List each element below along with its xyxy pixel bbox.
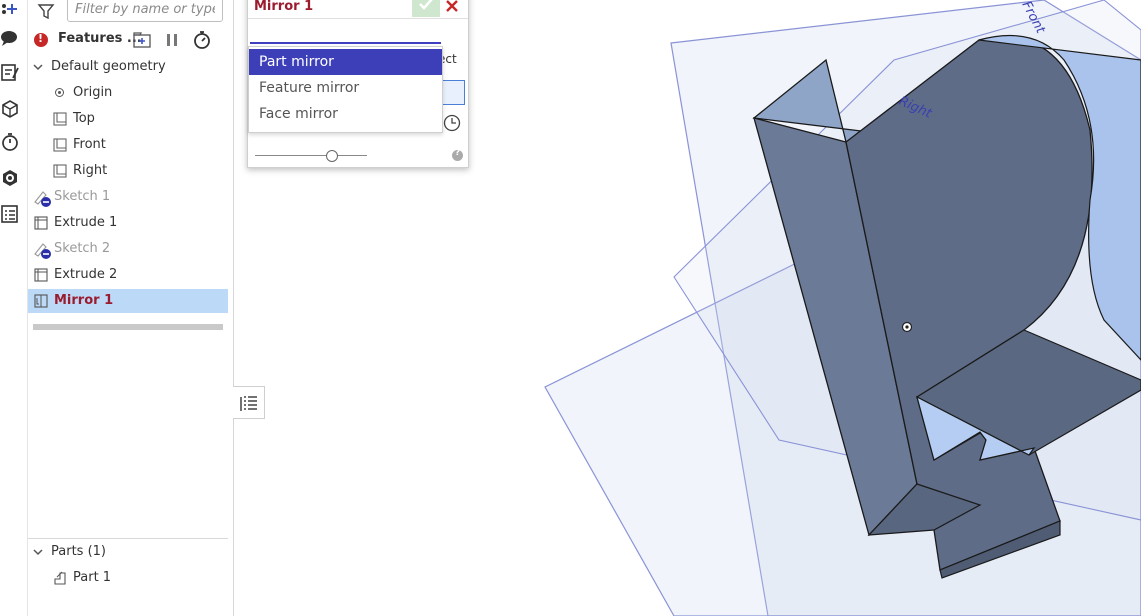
- slider-thumb[interactable]: [326, 150, 339, 162]
- parts-divider: [28, 538, 228, 539]
- plane-icon: [53, 164, 67, 178]
- pause-icon[interactable]: [162, 30, 182, 50]
- timer-icon[interactable]: [0, 132, 20, 152]
- add-folder-icon[interactable]: [132, 30, 152, 50]
- tree-extrude-1[interactable]: Extrude 1: [28, 211, 228, 235]
- plane-icon: [53, 112, 67, 126]
- error-icon[interactable]: [34, 32, 48, 47]
- mirror-type-dropdown: Part mirror Feature mirror Face mirror: [248, 46, 443, 133]
- tree-label: Origin: [73, 85, 113, 100]
- filter-input[interactable]: [67, 0, 223, 22]
- history-icon[interactable]: [443, 114, 461, 132]
- extrude-icon: [34, 216, 48, 230]
- part-icon: [54, 571, 66, 585]
- tree-label: Top: [73, 111, 95, 126]
- tree-label: Default geometry: [51, 59, 166, 74]
- parts-header[interactable]: Parts (1): [28, 540, 228, 564]
- origin-marker: [901, 321, 913, 333]
- selection-field[interactable]: [441, 80, 465, 105]
- tree-label: Sketch 2: [54, 241, 111, 256]
- filter-icon[interactable]: [37, 2, 55, 20]
- tree-label: Part 1: [73, 570, 112, 585]
- checklist-icon[interactable]: [0, 204, 20, 224]
- tree-label: Extrude 2: [54, 267, 118, 282]
- sketch-suppressed-icon: [34, 243, 51, 259]
- sketch-suppressed-icon: [34, 191, 51, 207]
- features-title[interactable]: Features ...: [58, 31, 142, 46]
- tree-mirror-1[interactable]: Mirror 1: [28, 289, 228, 313]
- tree-label: Extrude 1: [54, 215, 118, 230]
- plane-icon: [53, 138, 67, 152]
- filter-row: [28, 0, 233, 26]
- stopwatch-icon[interactable]: [192, 30, 212, 50]
- tree-sketch-2[interactable]: Sketch 2: [28, 237, 228, 261]
- help-icon[interactable]: [452, 148, 463, 161]
- parts-header-label: Parts (1): [51, 544, 106, 559]
- mirror-icon: [34, 294, 48, 308]
- rollback-slider[interactable]: [255, 155, 367, 156]
- chevron-down-icon[interactable]: [33, 62, 43, 72]
- option-face-mirror[interactable]: Face mirror: [249, 101, 442, 127]
- tree-origin[interactable]: Origin: [28, 81, 228, 105]
- dialog-title: Mirror 1: [254, 0, 314, 14]
- add-tab-icon[interactable]: [0, 0, 20, 20]
- feature-panel: Features ... Default geometry Origin Top…: [28, 0, 234, 616]
- tree-label: Mirror 1: [54, 293, 114, 308]
- comments-icon[interactable]: [0, 28, 20, 48]
- confirm-button[interactable]: [412, 0, 440, 17]
- feature-list-icon[interactable]: [0, 62, 20, 82]
- option-feature-mirror[interactable]: Feature mirror: [249, 75, 442, 101]
- tree-label: Right: [73, 163, 108, 178]
- tree-label: Front: [73, 137, 106, 152]
- tree-top-plane[interactable]: Top: [28, 107, 228, 131]
- horizontal-scrollbar[interactable]: [33, 324, 223, 330]
- tree-front-plane[interactable]: Front: [28, 133, 228, 157]
- inspect-icon[interactable]: [0, 168, 20, 188]
- parts-icon[interactable]: [0, 98, 20, 118]
- tree-extrude-2[interactable]: Extrude 2: [28, 263, 228, 287]
- extrude-icon: [34, 268, 48, 282]
- left-toolbar: [0, 0, 28, 616]
- option-part-mirror[interactable]: Part mirror: [249, 49, 442, 75]
- chevron-down-icon[interactable]: [33, 547, 43, 557]
- mirror-type-input[interactable]: [250, 19, 441, 44]
- features-header: Features ...: [28, 28, 233, 52]
- checkmark-icon: [419, 0, 433, 10]
- tree-right-plane[interactable]: Right: [28, 159, 228, 183]
- close-icon: [446, 0, 458, 12]
- tree-label: Sketch 1: [54, 189, 111, 204]
- part-item-1[interactable]: Part 1: [28, 566, 228, 590]
- tree-default-geometry[interactable]: Default geometry: [28, 55, 228, 79]
- cancel-button[interactable]: [442, 0, 464, 17]
- origin-icon: [55, 88, 64, 97]
- tree-sketch-1[interactable]: Sketch 1: [28, 185, 228, 209]
